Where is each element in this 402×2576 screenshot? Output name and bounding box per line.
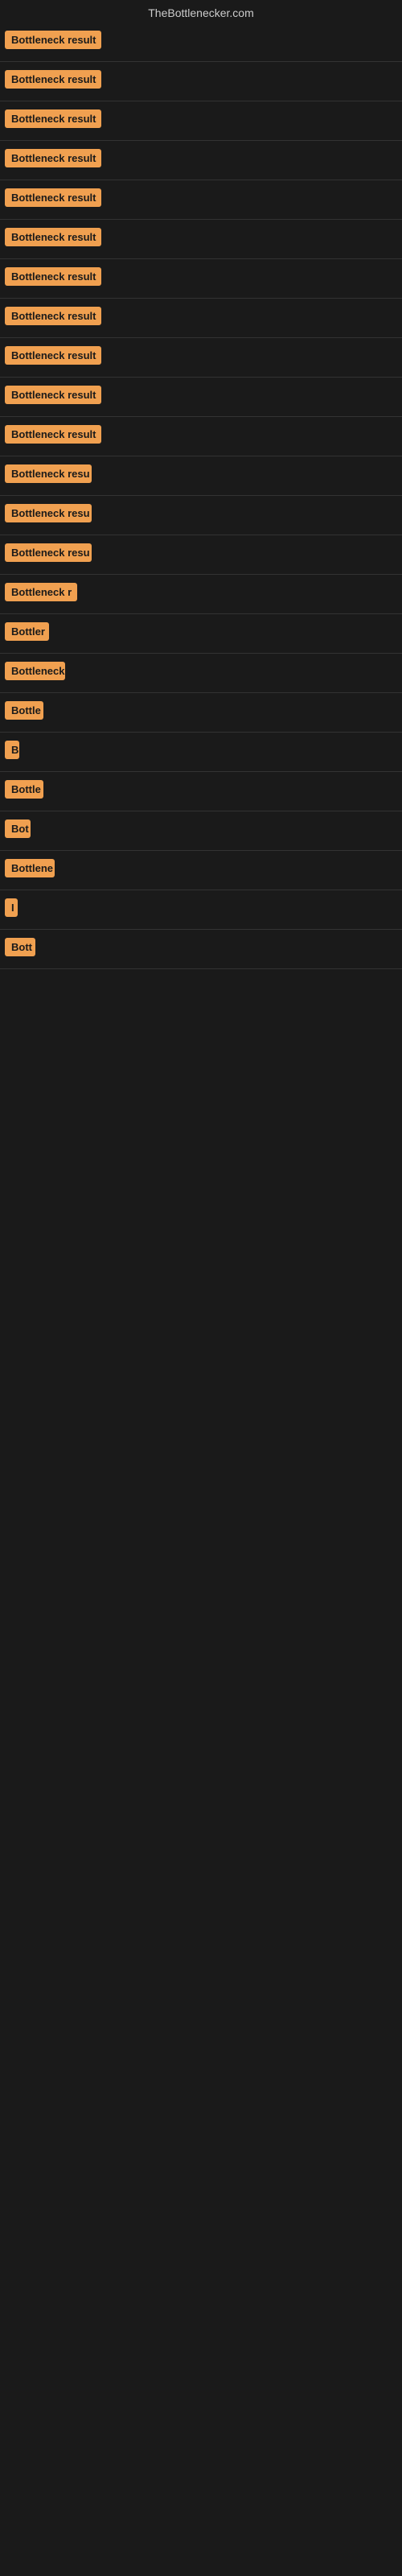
bottleneck-badge-19[interactable]: B xyxy=(5,741,19,759)
site-title-text: TheBottlenecker.com xyxy=(148,6,254,19)
bottleneck-card-8: Bottleneck result xyxy=(0,299,402,338)
bottleneck-badge-5[interactable]: Bottleneck result xyxy=(5,188,101,207)
bottleneck-badge-22[interactable]: Bottlene xyxy=(5,859,55,877)
bottleneck-card-23: I xyxy=(0,890,402,930)
cards-container: Bottleneck result Bottleneck result Bottle… xyxy=(0,23,402,969)
bottleneck-card-5: Bottleneck result xyxy=(0,180,402,220)
bottleneck-badge-23[interactable]: I xyxy=(5,898,18,917)
bottleneck-badge-17[interactable]: Bottleneck xyxy=(5,662,65,680)
bottleneck-badge-2[interactable]: Bottleneck result xyxy=(5,70,101,89)
bottleneck-badge-14[interactable]: Bottleneck resu xyxy=(5,543,92,562)
bottleneck-card-3: Bottleneck result xyxy=(0,101,402,141)
bottleneck-card-14: Bottleneck resu xyxy=(0,535,402,575)
bottleneck-card-16: Bottler xyxy=(0,614,402,654)
bottleneck-badge-21[interactable]: Bot xyxy=(5,819,31,838)
bottleneck-card-22: Bottlene xyxy=(0,851,402,890)
site-title: TheBottlenecker.com xyxy=(0,0,402,23)
bottleneck-badge-16[interactable]: Bottler xyxy=(5,622,49,641)
bottleneck-badge-1[interactable]: Bottleneck result xyxy=(5,31,101,49)
bottleneck-card-15: Bottleneck r xyxy=(0,575,402,614)
bottleneck-card-7: Bottleneck result xyxy=(0,259,402,299)
bottleneck-card-10: Bottleneck result xyxy=(0,378,402,417)
bottleneck-card-20: Bottle xyxy=(0,772,402,811)
bottleneck-badge-24[interactable]: Bott xyxy=(5,938,35,956)
bottleneck-card-12: Bottleneck resu xyxy=(0,456,402,496)
bottleneck-card-2: Bottleneck result xyxy=(0,62,402,101)
bottleneck-card-18: Bottle xyxy=(0,693,402,733)
bottleneck-badge-18[interactable]: Bottle xyxy=(5,701,43,720)
bottleneck-card-13: Bottleneck resu xyxy=(0,496,402,535)
bottleneck-card-4: Bottleneck result xyxy=(0,141,402,180)
bottleneck-badge-9[interactable]: Bottleneck result xyxy=(5,346,101,365)
bottleneck-card-21: Bot xyxy=(0,811,402,851)
bottleneck-badge-7[interactable]: Bottleneck result xyxy=(5,267,101,286)
bottleneck-badge-12[interactable]: Bottleneck resu xyxy=(5,464,92,483)
bottleneck-card-19: B xyxy=(0,733,402,772)
bottleneck-badge-20[interactable]: Bottle xyxy=(5,780,43,799)
bottleneck-badge-6[interactable]: Bottleneck result xyxy=(5,228,101,246)
bottleneck-badge-15[interactable]: Bottleneck r xyxy=(5,583,77,601)
bottleneck-card-11: Bottleneck result xyxy=(0,417,402,456)
bottleneck-card-1: Bottleneck result xyxy=(0,23,402,62)
bottleneck-badge-4[interactable]: Bottleneck result xyxy=(5,149,101,167)
bottleneck-card-6: Bottleneck result xyxy=(0,220,402,259)
bottleneck-badge-8[interactable]: Bottleneck result xyxy=(5,307,101,325)
bottleneck-card-9: Bottleneck result xyxy=(0,338,402,378)
bottleneck-badge-10[interactable]: Bottleneck result xyxy=(5,386,101,404)
bottleneck-card-17: Bottleneck xyxy=(0,654,402,693)
bottleneck-card-24: Bott xyxy=(0,930,402,969)
bottleneck-badge-3[interactable]: Bottleneck result xyxy=(5,109,101,128)
bottleneck-badge-11[interactable]: Bottleneck result xyxy=(5,425,101,444)
bottleneck-badge-13[interactable]: Bottleneck resu xyxy=(5,504,92,522)
